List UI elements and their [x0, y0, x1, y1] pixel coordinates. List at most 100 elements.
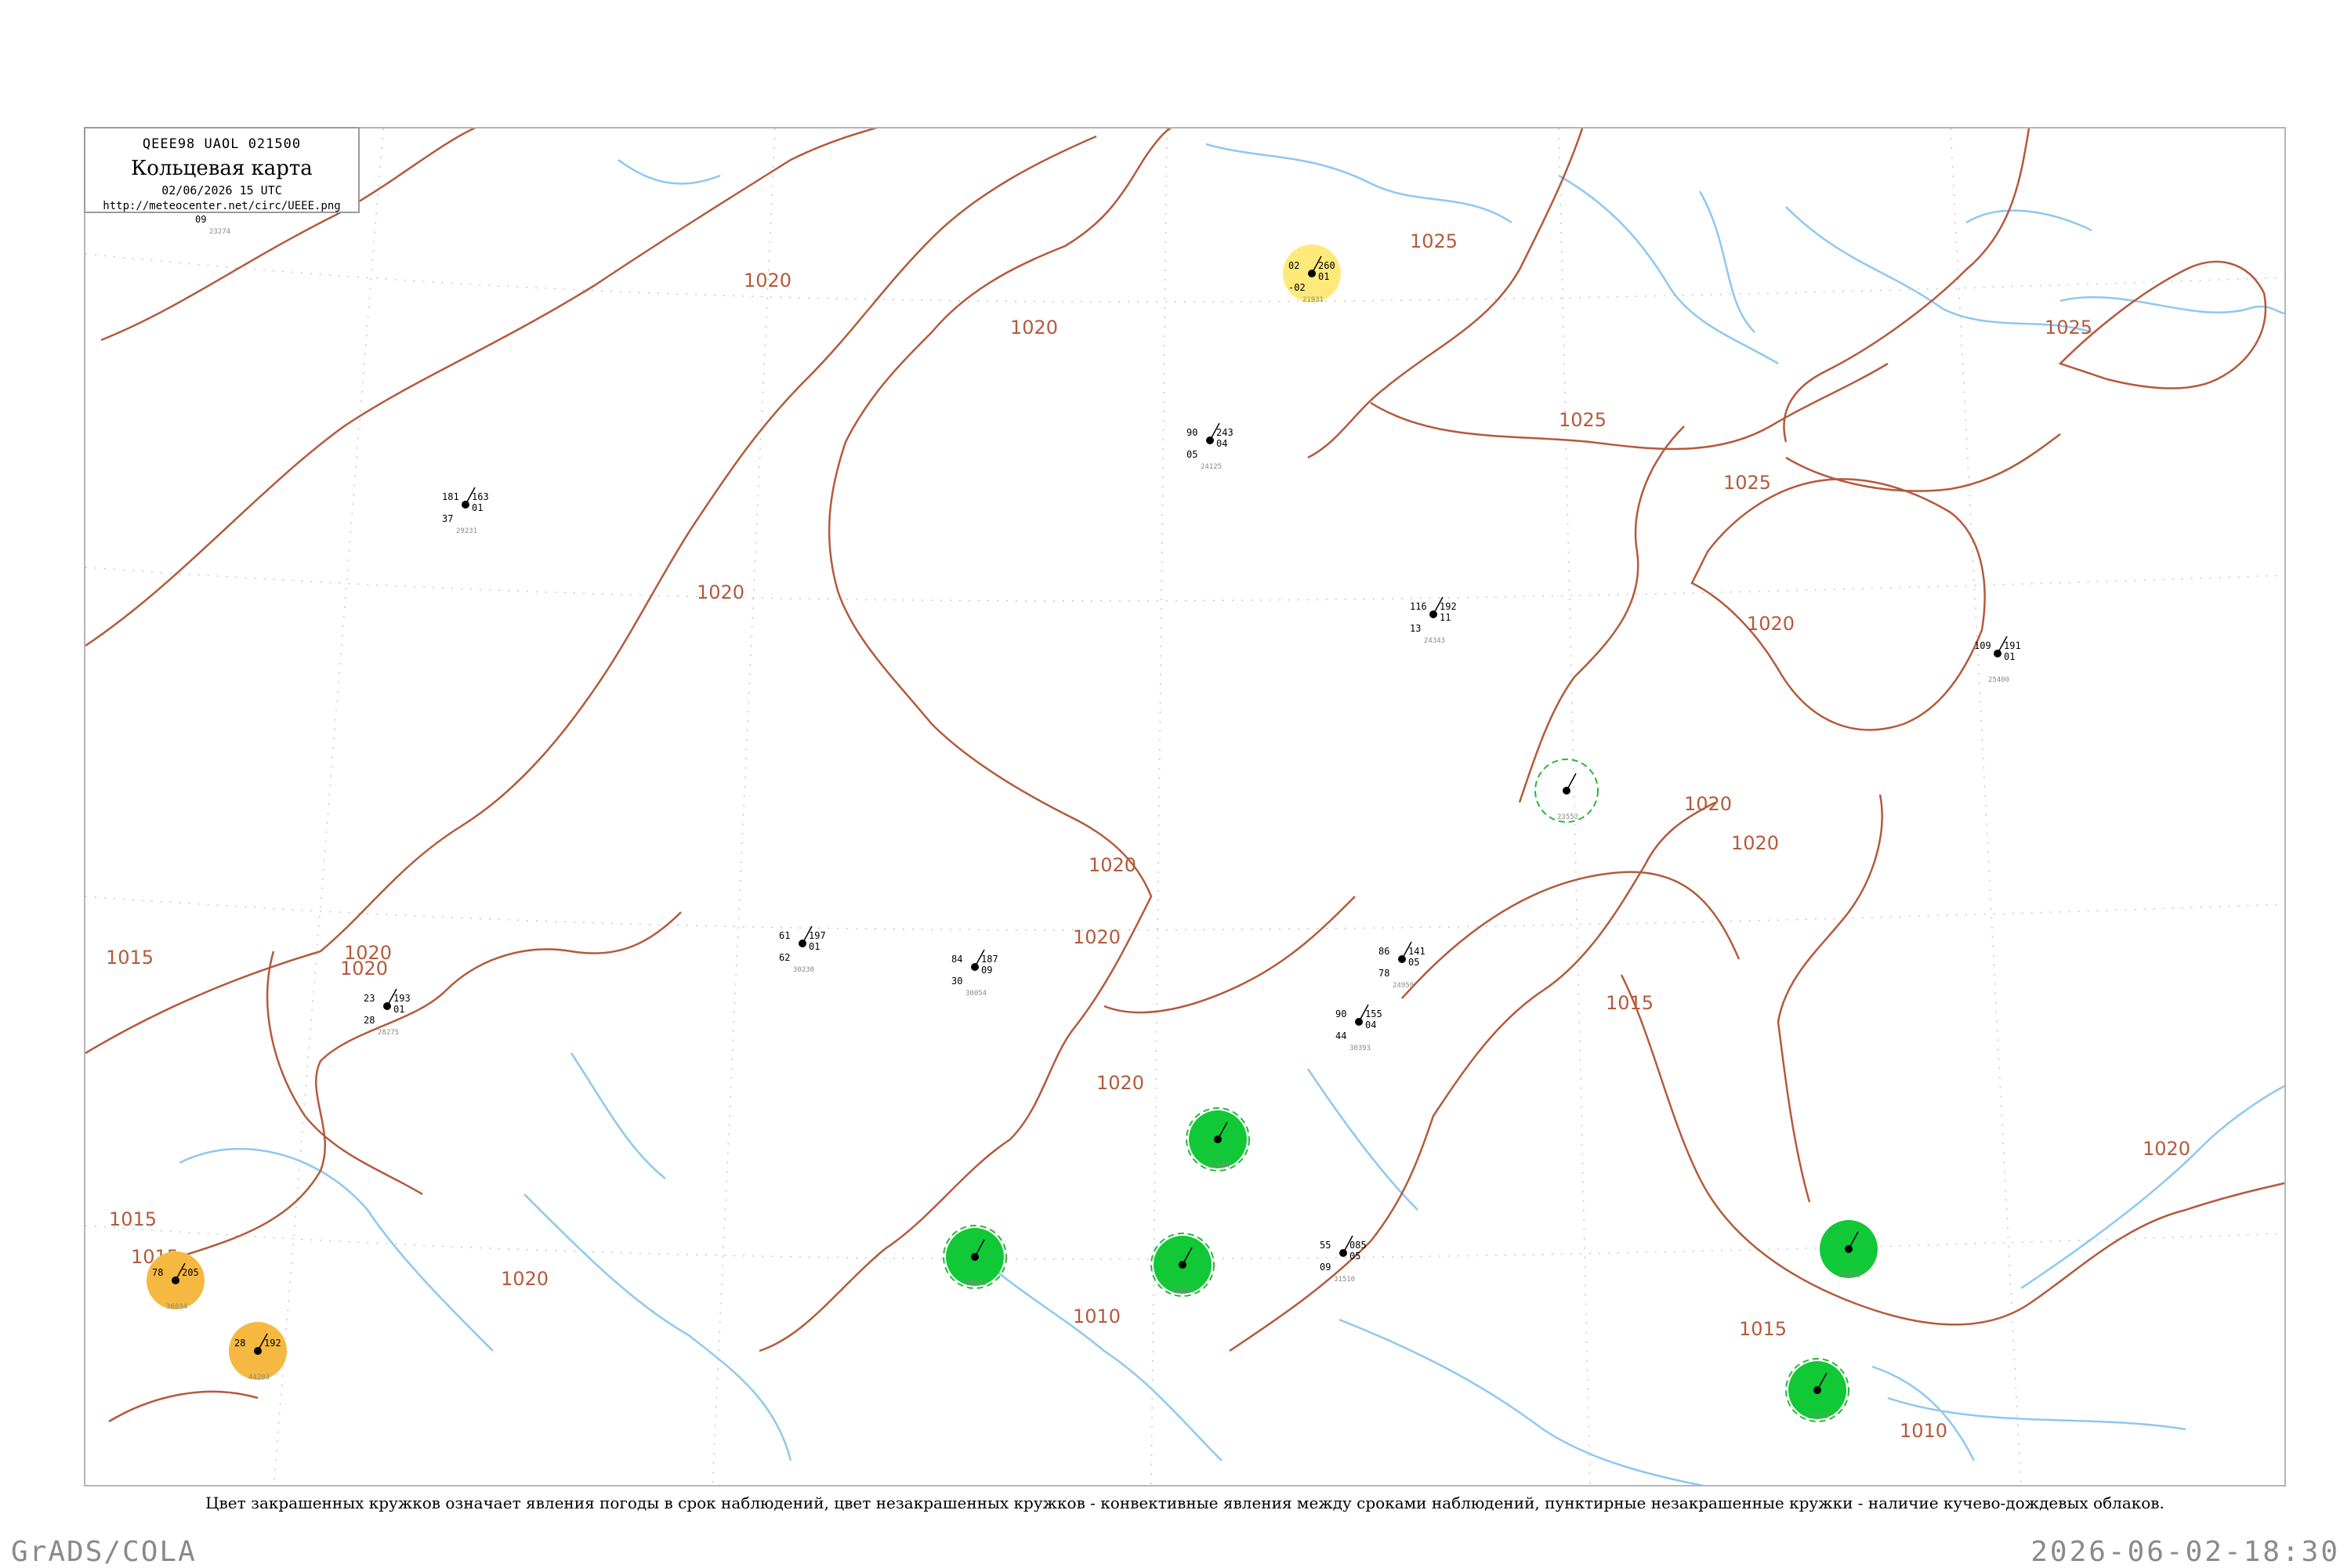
- temperature-value: 02: [1288, 260, 1299, 271]
- isobar-labels: 1015 1020 1020 1020 1020 1020 1025 1025 …: [106, 230, 2190, 1442]
- temperature-value: 86: [1378, 946, 1389, 957]
- pressure-value: 197: [809, 930, 826, 941]
- isobar-label: 1020: [1010, 317, 1058, 339]
- map-url[interactable]: http://meteocenter.net/circ/UEEE.png: [85, 200, 358, 212]
- temperature-value: 78: [152, 1267, 163, 1278]
- dewpoint-value: 37: [442, 513, 453, 524]
- station-plot[interactable]: 19101 109 25400: [1974, 636, 2021, 684]
- map-date: 02/06/2026 15 UTC: [161, 183, 282, 197]
- isobar-label: 1020: [501, 1268, 549, 1290]
- isobar-label: 1025: [2045, 317, 2092, 339]
- station-id: 24959: [1393, 982, 1414, 990]
- pressure-value: 155: [1365, 1009, 1382, 1019]
- isobar-label: 1010: [1073, 1305, 1121, 1327]
- bulletin-code: QEEE98 UAOL 021500: [142, 136, 302, 152]
- station-plot[interactable]: 19301 23 2828275: [364, 988, 411, 1037]
- isobar-label: 1025: [1410, 230, 1458, 252]
- render-timestamp: 2026-06-02-18:30: [2030, 1536, 2340, 1568]
- dewpoint-value: 09: [1320, 1262, 1331, 1273]
- map-title: Кольцевая карта: [131, 157, 313, 180]
- isobar-label: 1020: [1747, 613, 1795, 635]
- station-layer: 2600102-0221931141-021550923274243049005…: [147, 187, 2021, 1422]
- isobars: [85, 129, 2284, 1423]
- isobar-label: 1025: [1559, 409, 1607, 431]
- station-plot[interactable]: 23552: [1534, 759, 1599, 823]
- station-id: 24343: [1424, 637, 1445, 645]
- station-plot[interactable]: 19701 61 6230230: [779, 925, 826, 974]
- station-plot[interactable]: 30554: [1150, 1233, 1215, 1297]
- tendency-value: 01: [1318, 271, 1329, 282]
- station-plot[interactable]: 31168: [1820, 1220, 1878, 1280]
- dewpoint-value: 62: [779, 952, 790, 963]
- pressure-value: 260: [1318, 260, 1335, 271]
- station-id: 21931: [1302, 296, 1324, 304]
- pressure-value: 192: [264, 1338, 281, 1349]
- station-id: 28275: [378, 1029, 399, 1037]
- pressure-value: 205: [182, 1267, 199, 1278]
- map-canvas: 1015 1020 1020 1020 1020 1020 1025 1025 …: [84, 127, 2286, 1487]
- isobar-label: 1015: [106, 947, 154, 969]
- dewpoint-value: 13: [1410, 623, 1421, 634]
- temperature-value: 116: [1410, 601, 1427, 612]
- isobar-label: 1015: [1739, 1318, 1787, 1340]
- isobar-label: 1020: [1073, 926, 1121, 948]
- station-plot[interactable]: 19211 116 1324343: [1410, 596, 1457, 645]
- station-plot[interactable]: 30673: [943, 1225, 1007, 1289]
- dewpoint-value: 28: [364, 1015, 375, 1026]
- tendency-value: 01: [472, 502, 483, 513]
- map-title-box: QEEE98 UAOL 021500 Кольцевая карта 02/06…: [84, 127, 360, 213]
- station-id: 30230: [793, 966, 814, 974]
- station-id: 30054: [965, 990, 987, 998]
- station-plot[interactable]: 08505 55 0931510: [1320, 1235, 1367, 1284]
- temperature-value: 109: [1974, 640, 1991, 651]
- isobar-label: 1020: [1731, 832, 1779, 854]
- temperature-value: 23: [364, 993, 375, 1004]
- dewpoint-value: 44: [1335, 1030, 1346, 1041]
- pressure-value: 192: [1440, 601, 1457, 612]
- station-plot[interactable]: 15504 90 4430393: [1335, 1004, 1382, 1052]
- pressure-value: 163: [472, 491, 489, 502]
- temperature-value: 28: [234, 1338, 245, 1349]
- pressure-value: 141: [1408, 946, 1425, 957]
- station-plot[interactable]: 31909: [1785, 1358, 1849, 1422]
- temperature-value: 84: [951, 954, 962, 965]
- station-id: 24125: [1201, 463, 1222, 471]
- tendency-value: 04: [1216, 438, 1227, 449]
- station-id: 44203: [248, 1374, 270, 1382]
- station-id: 31004: [1208, 1162, 1230, 1170]
- temperature-value: 181: [442, 491, 459, 502]
- station-plot[interactable]: 205 78 36034: [147, 1251, 205, 1311]
- station-plot[interactable]: 16301 181 3729231: [442, 487, 489, 535]
- station-plot[interactable]: 31004: [1186, 1107, 1250, 1171]
- station-plot[interactable]: 14105 86 78 24959: [1378, 941, 1425, 990]
- rivers: [179, 143, 2284, 1485]
- station-plot[interactable]: 192 28 44203: [229, 1322, 287, 1382]
- station-plot[interactable]: 26001 02 -02 21931: [1283, 244, 1341, 304]
- dewpoint-value: -02: [1288, 282, 1306, 293]
- isobar-label: 1015: [109, 1208, 157, 1230]
- temperature-value: 90: [1186, 427, 1197, 438]
- station-id: 31168: [1839, 1272, 1860, 1280]
- station-id: 23552: [1557, 813, 1578, 821]
- weather-map-svg: 1015 1020 1020 1020 1020 1020 1025 1025 …: [85, 129, 2284, 1485]
- dewpoint-value: 09: [195, 214, 206, 225]
- station-id: 25400: [1988, 676, 2009, 684]
- pressure-value: 243: [1216, 427, 1233, 438]
- dewpoint-value: 78: [1378, 968, 1389, 979]
- station-plot[interactable]: 24304 90 05 24125: [1186, 422, 1233, 471]
- station-id: 31909: [1808, 1413, 1829, 1421]
- isobar-label: 1020: [340, 958, 388, 980]
- station-id: 31510: [1334, 1276, 1355, 1284]
- station-id: 30673: [965, 1280, 987, 1287]
- pressure-value: 085: [1349, 1240, 1367, 1251]
- station-id: 23274: [209, 228, 230, 236]
- tendency-value: 04: [1365, 1019, 1376, 1030]
- station-plot[interactable]: 18709 84 3030054: [951, 949, 998, 998]
- pressure-value: 191: [2004, 640, 2021, 651]
- isobar-label: 1025: [1723, 472, 1771, 494]
- isobar-label: 1020: [1096, 1072, 1144, 1094]
- wind-barb: [1566, 773, 1577, 791]
- tendency-value: 11: [1440, 612, 1451, 623]
- station-id: 30393: [1349, 1045, 1371, 1052]
- isobar-label: 1015: [1606, 992, 1654, 1014]
